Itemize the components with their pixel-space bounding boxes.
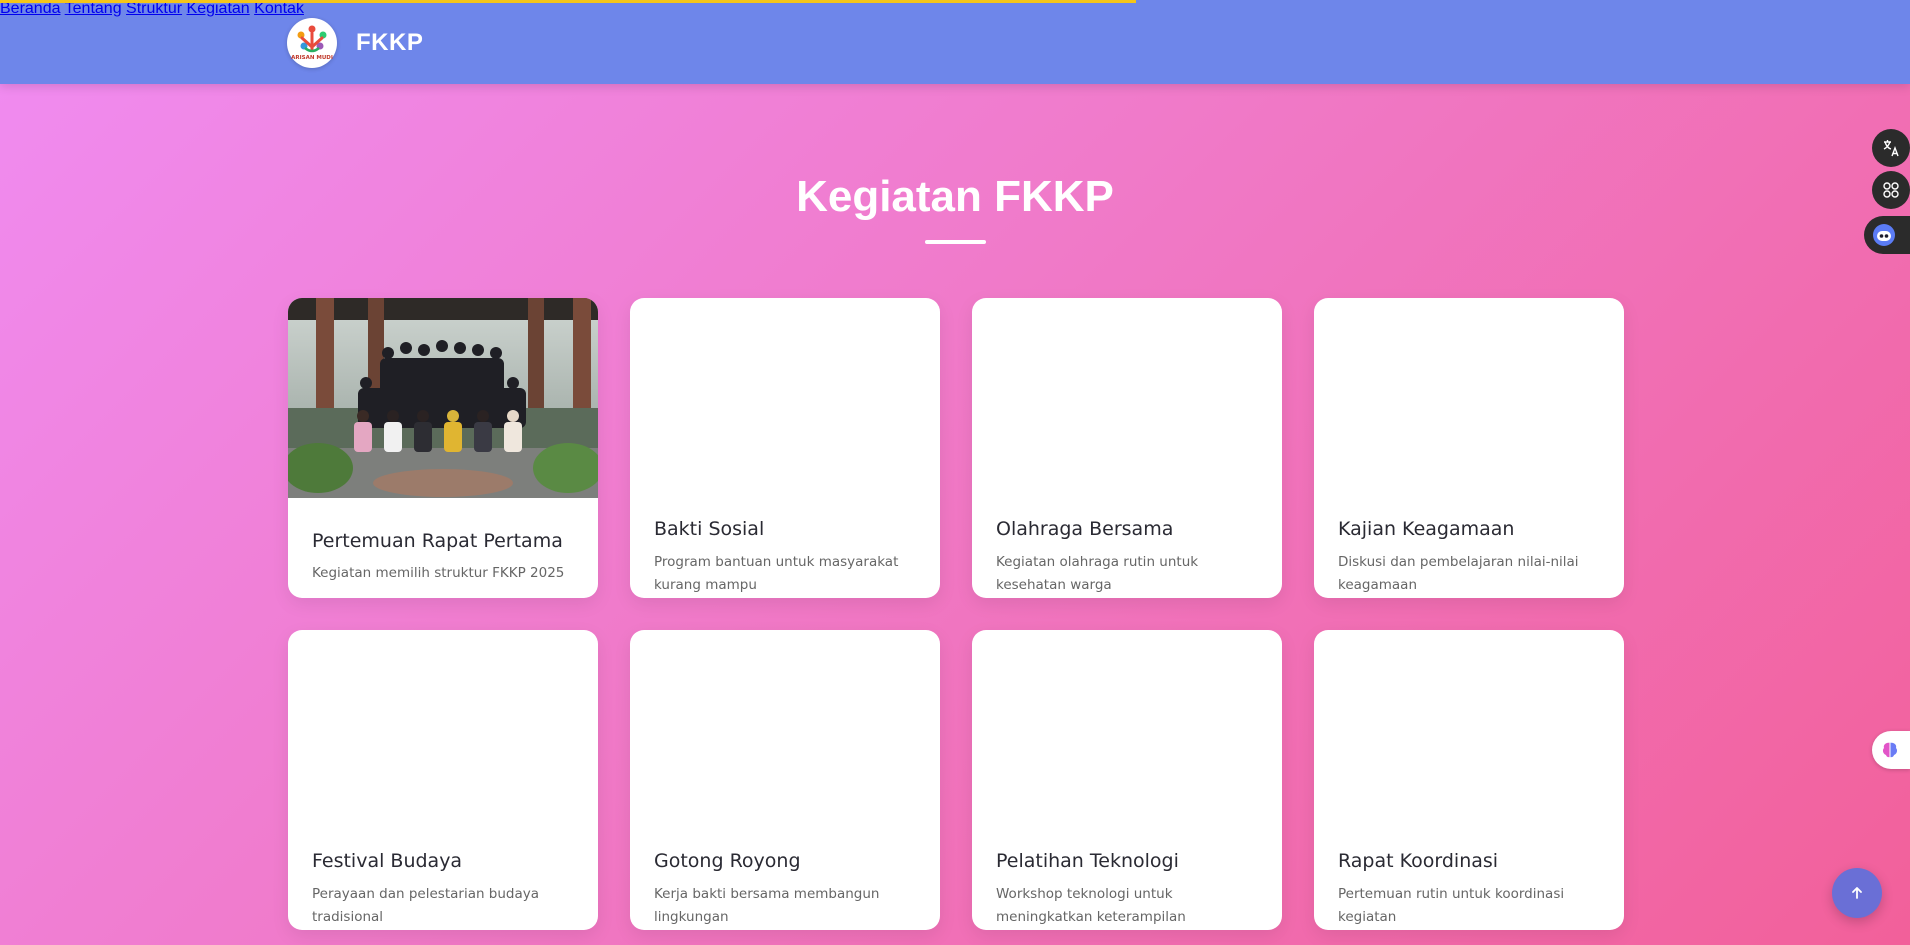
logo-emblem-icon: ARISAN MUDI: [291, 25, 333, 61]
translate-button[interactable]: [1872, 129, 1910, 167]
activity-title: Festival Budaya: [312, 850, 463, 872]
activity-title: Pelatihan Teknologi: [996, 850, 1179, 872]
activity-card[interactable]: Rapat Koordinasi Pertemuan rutin untuk k…: [1314, 630, 1624, 930]
activity-title: Kajian Keagamaan: [1338, 518, 1515, 540]
activity-title: Rapat Koordinasi: [1338, 850, 1499, 872]
activity-title: Bakti Sosial: [654, 518, 765, 540]
activity-card[interactable]: Pertemuan Rapat Pertama Kegiatan memilih…: [288, 298, 598, 598]
activity-title: Gotong Royong: [654, 850, 801, 872]
assistant-tab[interactable]: [1864, 216, 1910, 254]
activity-description: Pertemuan rutin untuk koordinasi kegiata…: [1338, 886, 1565, 925]
apps-button[interactable]: [1872, 171, 1910, 209]
activity-title: Olahraga Bersama: [996, 518, 1174, 540]
activity-card[interactable]: Festival Budaya Perayaan dan pelestarian…: [288, 630, 598, 930]
activity-description: Kegiatan olahraga rutin untuk kesehatan …: [996, 554, 1199, 593]
activity-card[interactable]: Bakti Sosial Program bantuan untuk masya…: [630, 298, 940, 598]
scroll-progress-bar: [0, 0, 1137, 3]
activity-card[interactable]: Gotong Royong Kerja bakti bersama memban…: [630, 630, 940, 930]
brand-name[interactable]: FKKP: [356, 29, 423, 57]
activity-card[interactable]: Olahraga Bersama Kegiatan olahraga rutin…: [972, 298, 1282, 598]
title-underline: [925, 240, 986, 244]
activity-description: Workshop teknologi untuk meningkatkan ke…: [996, 886, 1186, 925]
activity-photo: [288, 298, 598, 498]
logo-text: ARISAN MUDI: [291, 55, 333, 61]
scroll-to-top-button[interactable]: [1832, 868, 1882, 918]
navbar: ARISAN MUDI FKKP Beranda Tentang Struktu…: [0, 0, 1910, 84]
activity-description: Kegiatan memilih struktur FKKP 2025: [312, 565, 565, 581]
translate-icon: [1883, 140, 1899, 157]
section-title: Kegiatan FKKP: [796, 172, 1114, 221]
brain-tab[interactable]: [1872, 731, 1910, 769]
robot-assistant-icon: [1873, 224, 1895, 246]
activity-card[interactable]: Kajian Keagamaan Diskusi dan pembelajara…: [1314, 298, 1624, 598]
logo[interactable]: ARISAN MUDI: [287, 18, 337, 68]
activity-title: Pertemuan Rapat Pertama: [312, 530, 563, 552]
brain-icon: [1882, 742, 1898, 758]
arrow-up-icon: [1852, 887, 1862, 899]
activity-description: Perayaan dan pelestarian budaya tradisio…: [312, 886, 540, 925]
activity-description: Program bantuan untuk masyarakat kurang …: [654, 554, 899, 593]
activity-description: Kerja bakti bersama membangun lingkungan: [654, 886, 880, 925]
apps-grid-icon: [1883, 182, 1899, 198]
activity-description: Diskusi dan pembelajaran nilai-nilai kea…: [1338, 554, 1579, 593]
activity-card[interactable]: Pelatihan Teknologi Workshop teknologi u…: [972, 630, 1282, 930]
brand[interactable]: ARISAN MUDI FKKP: [287, 18, 423, 68]
